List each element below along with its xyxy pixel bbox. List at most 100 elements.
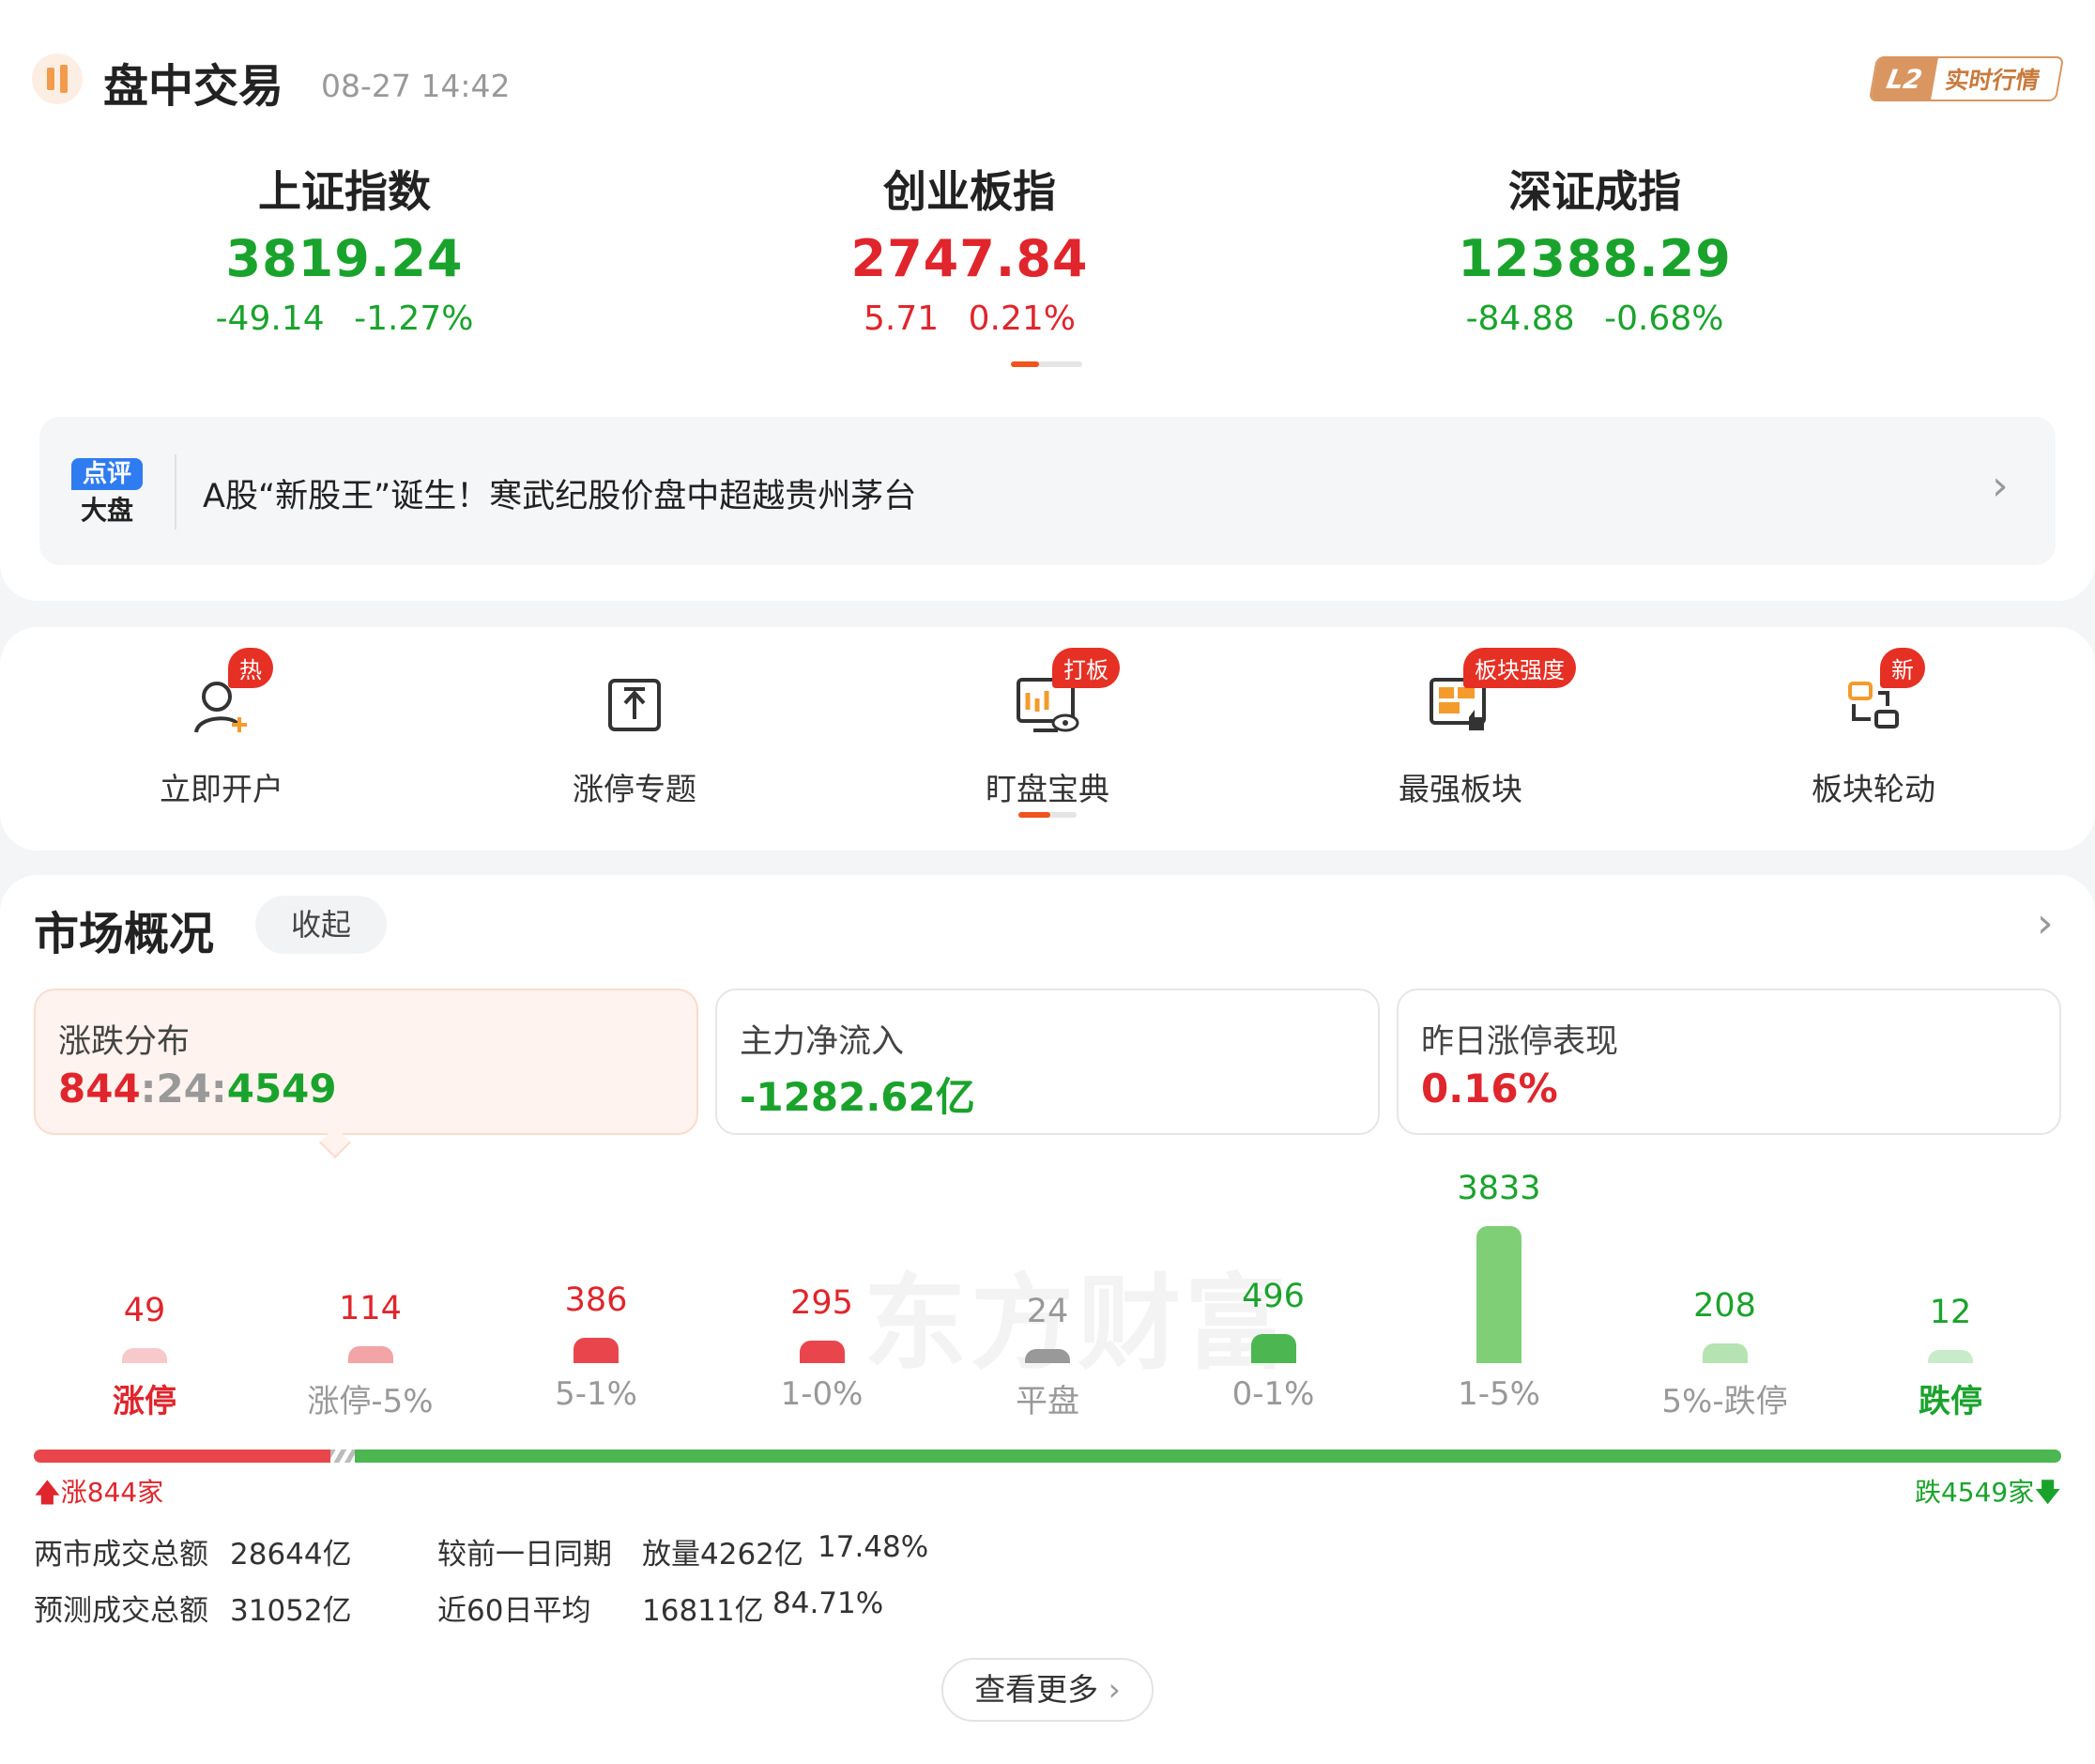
distribution-count: 496: [1242, 1278, 1305, 1315]
distribution-label: 1-5%: [1458, 1375, 1540, 1413]
distribution-count: 3833: [1457, 1170, 1541, 1207]
dabang-badge: 打板: [1052, 648, 1120, 688]
collapse-button[interactable]: 收起: [255, 896, 387, 954]
quick-nav-label: 最强板块: [1399, 771, 1522, 807]
stat-card-yesterday-limit-up[interactable]: 昨日涨停表现 0.16%: [1397, 989, 2061, 1135]
index-value: 2747.84: [850, 229, 1089, 288]
upload-box-icon: [602, 672, 667, 738]
distribution-count: 49: [123, 1292, 166, 1329]
chevron-right-icon: ›: [1992, 462, 2009, 510]
index-name: 创业板指: [883, 166, 1056, 217]
realtime-label: 实时行情: [1943, 67, 2042, 94]
chevron-right-icon[interactable]: ›: [2037, 899, 2054, 947]
arrow-down-icon: 🡇: [2034, 1477, 2061, 1508]
distribution-bar: [122, 1348, 167, 1363]
index-change: -49.14 -1.27%: [215, 299, 474, 338]
quick-nav-watch-guide[interactable]: 打板 盯盘宝典: [916, 648, 1179, 809]
board-thumb-icon: 板块强度: [1428, 648, 1576, 738]
distribution-label: 涨停: [113, 1383, 176, 1420]
chevron-right-icon: ›: [1108, 1671, 1121, 1708]
arrow-up-icon: 🡅: [34, 1477, 61, 1508]
monitor-eye-icon: 打板: [1015, 648, 1120, 738]
hot-badge: 热: [228, 648, 273, 688]
distribution-bar: [573, 1338, 619, 1363]
index-value: 12388.29: [1458, 229, 1732, 288]
distribution-label: 5%-跌停: [1661, 1383, 1788, 1420]
index-name: 深证成指: [1508, 166, 1681, 217]
compare-value: 16811亿: [642, 1594, 764, 1628]
compare-label: 较前一日同期: [437, 1538, 612, 1572]
compare-value: 放量4262亿: [642, 1538, 803, 1572]
compare-pct: 84.71%: [772, 1587, 884, 1620]
quick-nav-strongest-sector[interactable]: 板块强度 最强板块: [1329, 648, 1592, 809]
stat-title: 昨日涨停表现: [1421, 1023, 1619, 1061]
index-card: 盘中交易 08-27 14:42 L2 实时行情 上证指数 3819.24 -4…: [0, 0, 2095, 601]
ratio-up-segment: [34, 1450, 330, 1463]
turnover-label: 预测成交总额: [34, 1594, 208, 1628]
user-add-icon: 热: [189, 648, 273, 738]
quick-nav-label: 涨停专题: [573, 771, 696, 807]
quick-nav-label: 立即开户: [160, 771, 283, 807]
distribution-count: 295: [790, 1284, 853, 1322]
stat-card-main-inflow[interactable]: 主力净流入 -1282.62亿: [715, 989, 1380, 1135]
distribution-count: 12: [1929, 1294, 1972, 1331]
index-change: 5.71 0.21%: [864, 299, 1076, 338]
quick-nav-open-account[interactable]: 热 立即开户: [90, 648, 353, 809]
distribution-label: 跌停: [1919, 1383, 1982, 1420]
quick-nav-sector-rotation[interactable]: 新 板块轮动: [1742, 648, 2005, 809]
index-value: 3819.24: [225, 229, 464, 288]
section-title: 市场概况: [34, 908, 215, 960]
compare-pct: 17.48%: [818, 1530, 929, 1564]
down-count-label: 跌4549家🡇: [1914, 1477, 2061, 1508]
stat-card-distribution[interactable]: 涨跌分布 844:24:4549: [34, 989, 698, 1135]
stat-value: 0.16%: [1421, 1066, 1558, 1112]
distribution-label: 5-1%: [555, 1375, 637, 1413]
stat-title: 主力净流入: [740, 1023, 905, 1061]
quick-nav-label: 盯盘宝典: [986, 771, 1109, 807]
distribution-count: 208: [1693, 1287, 1756, 1325]
distribution-bar: [1702, 1343, 1748, 1363]
quick-nav-page-indicator: [1018, 812, 1077, 818]
index-change: -84.88 -0.68%: [1465, 299, 1724, 338]
index-page-indicator: [1011, 361, 1082, 367]
timestamp: 08-27 14:42: [321, 68, 511, 104]
trading-logo-icon: [32, 54, 83, 104]
stat-title: 涨跌分布: [58, 1023, 191, 1061]
distribution-bar: [347, 1346, 393, 1363]
distribution-label: 1-0%: [780, 1375, 864, 1413]
l2-realtime-badge[interactable]: L2 实时行情: [1868, 56, 2065, 101]
distribution-bar: [1025, 1349, 1070, 1363]
l2-label: L2: [1871, 58, 1938, 100]
up-down-ratio-bar: [34, 1450, 2061, 1463]
turnover-label: 两市成交总额: [34, 1538, 208, 1572]
compare-label: 近60日平均: [437, 1594, 591, 1628]
sector-strength-badge: 板块强度: [1463, 648, 1576, 688]
turnover-value: 28644亿: [230, 1538, 352, 1572]
turnover-value: 31052亿: [230, 1594, 352, 1628]
market-review-icon: 点评 大盘: [71, 458, 143, 529]
index-shenzhen[interactable]: 深证成指 12388.29 -84.88 -0.68%: [1369, 158, 1820, 338]
distribution-label: 0-1%: [1231, 1375, 1315, 1413]
distribution-label: 涨停-5%: [307, 1383, 434, 1420]
distribution-bar: [1250, 1334, 1296, 1363]
news-headline[interactable]: A股“新股王”诞生！寒武纪股价盘中超越贵州茅台: [203, 469, 916, 517]
index-chinext[interactable]: 创业板指 2747.84 5.71 0.21%: [744, 158, 1195, 338]
distribution-count: 114: [339, 1290, 402, 1327]
quick-nav-limit-up[interactable]: 涨停专题: [503, 672, 766, 809]
new-badge: 新: [1880, 648, 1925, 688]
distribution-count: 24: [1026, 1293, 1069, 1330]
distribution-bar: [1476, 1226, 1522, 1363]
up-count-label: 🡅涨844家: [34, 1477, 164, 1508]
page-title: 盘中交易: [103, 60, 284, 113]
stat-value: 844:24:4549: [58, 1066, 337, 1112]
ratio-flat-segment: [330, 1450, 355, 1463]
ratio-down-segment: [355, 1450, 2061, 1463]
divider: [175, 454, 176, 529]
index-name: 上证指数: [258, 166, 431, 217]
distribution-count: 386: [564, 1281, 628, 1319]
news-bar[interactable]: 点评 大盘 A股“新股王”诞生！寒武纪股价盘中超越贵州茅台 ›: [39, 417, 2056, 565]
index-shanghai[interactable]: 上证指数 3819.24 -49.14 -1.27%: [119, 158, 570, 338]
distribution-bar: [1928, 1350, 1973, 1363]
view-more-button[interactable]: 查看更多 ›: [941, 1658, 1154, 1722]
distribution-bar: [799, 1341, 845, 1363]
